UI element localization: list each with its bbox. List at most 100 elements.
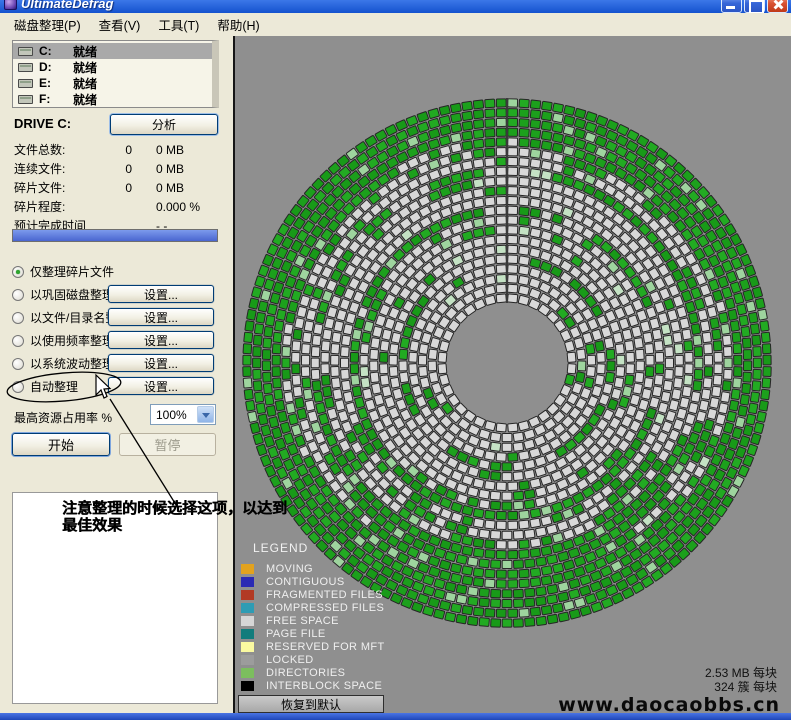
drive-name: F: — [39, 92, 73, 106]
app-icon — [4, 0, 17, 10]
drive-row-F[interactable]: F:就绪 — [13, 91, 212, 107]
option-row-2: 以文件/目录名整理设置... — [10, 306, 222, 329]
radio-button[interactable] — [12, 289, 24, 301]
settings-button-1[interactable]: 设置... — [108, 285, 214, 303]
radio-button[interactable] — [12, 335, 24, 347]
option-label: 自动整理 — [30, 378, 78, 395]
drive-row-C[interactable]: C:就绪 — [13, 43, 212, 59]
legend-item: DIRECTORIES — [241, 666, 385, 679]
drive-icon — [18, 95, 33, 104]
legend-title: LEGEND — [253, 541, 385, 555]
option-label: 以巩固磁盘整理 — [30, 286, 114, 303]
legend-label: LOCKED — [266, 654, 314, 666]
legend-color-chip — [241, 564, 254, 574]
legend-label: FREE SPACE — [266, 615, 339, 627]
legend-label: MOVING — [266, 563, 313, 575]
close-button[interactable] — [767, 0, 788, 13]
menu-defrag[interactable]: 磁盘整理(P) — [6, 12, 91, 37]
defrag-options-group: 仅整理碎片文件以巩固磁盘整理设置...以文件/目录名整理设置...以使用频率整理… — [10, 260, 222, 398]
cluster-size-text: 324 簇 每块 — [705, 680, 777, 694]
legend-label: FRAGMENTED FILES — [266, 589, 383, 601]
radio-button[interactable] — [12, 312, 24, 324]
settings-button-4[interactable]: 设置... — [108, 354, 214, 372]
drive-status: 就绪 — [73, 43, 97, 60]
stat-label: 碎片文件: — [14, 179, 106, 196]
drive-status: 就绪 — [73, 59, 97, 76]
minimize-button[interactable] — [721, 0, 742, 13]
resource-usage-dropdown[interactable]: 100% — [150, 404, 216, 425]
drive-name: C: — [39, 44, 73, 58]
drive-status: 就绪 — [73, 91, 97, 108]
drive-icon — [18, 63, 33, 72]
drive-row-D[interactable]: D:就绪 — [13, 59, 212, 75]
settings-button-5[interactable]: 设置... — [108, 377, 214, 395]
option-label: 仅整理碎片文件 — [30, 263, 114, 280]
legend-item: PAGE FILE — [241, 627, 385, 640]
legend-item: MOVING — [241, 562, 385, 575]
menu-bar: 磁盘整理(P) 查看(V) 工具(T) 帮助(H) — [0, 13, 791, 36]
analyze-button[interactable]: 分析 — [110, 114, 218, 135]
drive-row-E[interactable]: E:就绪 — [13, 75, 212, 91]
option-label: 以使用频率整理 — [30, 332, 114, 349]
drive-icon — [18, 47, 33, 56]
option-row-5: 自动整理 设置... — [10, 375, 222, 398]
menu-view[interactable]: 查看(V) — [91, 12, 151, 37]
legend-item: CONTIGUOUS — [241, 575, 385, 588]
window-bottom-border — [0, 713, 791, 720]
radio-button[interactable] — [12, 381, 24, 393]
stat-row: 碎片文件:00 MB — [14, 178, 219, 197]
menu-tools[interactable]: 工具(T) — [150, 12, 209, 37]
window-title: UltimateDefrag — [21, 0, 721, 11]
reset-default-button[interactable]: 恢复到默认 — [238, 695, 384, 713]
legend-item: COMPRESSED FILES — [241, 601, 385, 614]
disk-view-panel: LEGEND MOVINGCONTIGUOUSFRAGMENTED FILESC… — [233, 36, 791, 713]
drive-status: 就绪 — [73, 75, 97, 92]
block-info: 2.53 MB 每块 324 簇 每块 — [705, 666, 777, 694]
resource-usage-value: 100% — [151, 408, 196, 422]
block-size-text: 2.53 MB 每块 — [705, 666, 777, 680]
option-row-1: 以巩固磁盘整理设置... — [10, 283, 222, 306]
legend-color-chip — [241, 642, 254, 652]
option-row-0: 仅整理碎片文件 — [10, 260, 222, 283]
control-panel: C:就绪D:就绪E:就绪F:就绪 DRIVE C: 分析 文件总数:00 MB连… — [0, 36, 233, 713]
pause-button: 暂停 — [119, 433, 216, 456]
legend-label: CONTIGUOUS — [266, 576, 345, 588]
legend-item: FREE SPACE — [241, 614, 385, 627]
legend-color-chip — [241, 590, 254, 600]
stat-count: 0 — [106, 143, 132, 157]
option-label: 以系统波动整理 — [30, 355, 114, 372]
option-row-4: 以系统波动整理设置... — [10, 352, 222, 375]
stat-row: 文件总数:0 0 MB — [14, 140, 219, 159]
menu-help[interactable]: 帮助(H) — [209, 12, 269, 37]
progress-bar — [12, 229, 218, 242]
radio-button[interactable] — [12, 358, 24, 370]
maximize-button[interactable] — [744, 0, 765, 13]
settings-button-3[interactable]: 设置... — [108, 331, 214, 349]
legend-color-chip — [241, 616, 254, 626]
stat-label: 文件总数: — [14, 141, 106, 158]
legend-items: MOVINGCONTIGUOUSFRAGMENTED FILESCOMPRESS… — [241, 562, 385, 692]
legend-item: INTERBLOCK SPACE — [241, 679, 385, 692]
drive-section-label: DRIVE C: — [14, 116, 71, 131]
radio-button[interactable] — [12, 266, 24, 278]
stat-count: 0 — [106, 162, 132, 176]
legend-color-chip — [241, 681, 254, 691]
legend-color-chip — [241, 603, 254, 613]
legend-item: FRAGMENTED FILES — [241, 588, 385, 601]
stat-size: 0.000 % — [156, 200, 200, 214]
option-row-3: 以使用频率整理设置... — [10, 329, 222, 352]
drive-name: E: — [39, 76, 73, 90]
legend-color-chip — [241, 668, 254, 678]
log-area — [12, 492, 218, 704]
settings-button-2[interactable]: 设置... — [108, 308, 214, 326]
legend-color-chip — [241, 577, 254, 587]
legend-color-chip — [241, 655, 254, 665]
chevron-down-icon[interactable] — [197, 406, 214, 423]
start-button[interactable]: 开始 — [12, 433, 110, 456]
drive-list[interactable]: C:就绪D:就绪E:就绪F:就绪 — [12, 40, 219, 108]
stat-size: 0 MB — [156, 143, 184, 157]
legend-label: INTERBLOCK SPACE — [266, 680, 382, 692]
resource-usage-label: 最高资源占用率 % — [14, 409, 112, 426]
stat-row: 连续文件:00 MB — [14, 159, 219, 178]
drive-name: D: — [39, 60, 73, 74]
